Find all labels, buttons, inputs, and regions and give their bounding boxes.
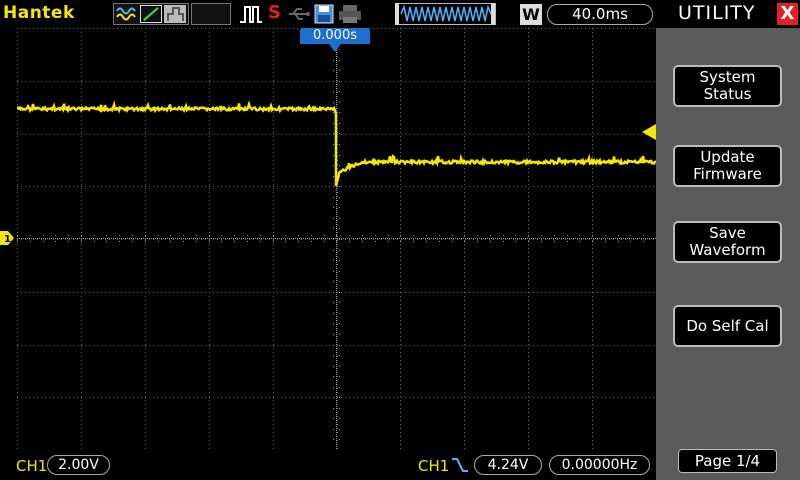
ch1-trace-path	[17, 100, 656, 187]
timebase-readout: 40.0ms	[547, 4, 653, 25]
ch1-waveform-trace	[17, 100, 656, 187]
waveform-display[interactable]	[17, 28, 656, 450]
ch1-volts-div[interactable]: 2.00V	[47, 455, 110, 475]
utility-menu: UTILITY X System Status Update Firmware …	[656, 0, 800, 480]
svg-text:1: 1	[4, 234, 11, 245]
ch1-label: CH1	[16, 457, 48, 475]
trigger-level-readout: 4.24V	[474, 455, 542, 475]
status-blank-box	[191, 3, 231, 25]
do-self-cal-button[interactable]: Do Self Cal	[673, 305, 782, 347]
page-indicator-button[interactable]: Page 1/4	[678, 449, 777, 473]
trigger-source-label: CH1	[418, 457, 450, 475]
slope-icon[interactable]	[140, 5, 162, 23]
usb-icon	[289, 8, 310, 20]
memory-depth-bar	[395, 3, 496, 25]
memory-wave-icon	[400, 4, 492, 22]
close-button[interactable]: X	[777, 3, 798, 25]
brand-logo: Hantek	[3, 3, 75, 23]
system-status-button[interactable]: System Status	[673, 65, 782, 107]
stop-status-icon: S	[268, 2, 281, 23]
falling-edge-icon	[452, 458, 468, 472]
trigger-pulse-icon	[240, 6, 262, 23]
status-bar: Hantek S W 40.0ms	[0, 0, 656, 28]
menu-title: UTILITY	[678, 2, 756, 24]
trigger-position-label[interactable]: 0.000s	[300, 28, 370, 44]
acquisition-mode-badge[interactable]: W	[520, 4, 542, 25]
waveform-icon[interactable]	[116, 5, 138, 23]
printer-icon	[339, 5, 361, 23]
update-firmware-button[interactable]: Update Firmware	[673, 145, 782, 187]
frequency-readout: 0.00000Hz	[549, 455, 650, 475]
persistence-icon[interactable]	[164, 5, 186, 23]
menu-title-bar: UTILITY X	[656, 0, 800, 28]
save-waveform-button[interactable]: Save Waveform	[673, 221, 782, 263]
memory-right-bracket	[491, 3, 495, 25]
trigger-position-arrow	[329, 44, 341, 52]
ch1-ground-marker[interactable]: 1	[0, 231, 14, 245]
display-mode-group	[113, 3, 189, 25]
save-disk-icon	[314, 4, 334, 24]
bottom-status-bar: CH1 2.00V CH1 4.24V 0.00000Hz	[0, 450, 656, 480]
trigger-level-marker[interactable]	[642, 124, 656, 140]
